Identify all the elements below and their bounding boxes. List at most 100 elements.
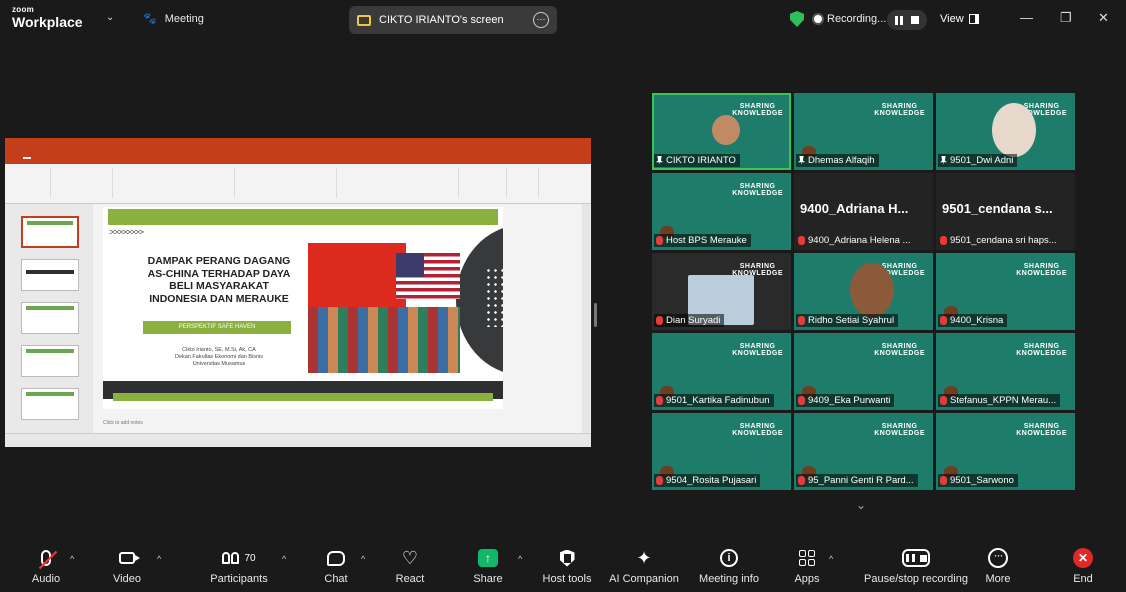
top-bar: zoom Workplace ⌄ 🐾 Meeting CIKTO IRIANTO…	[0, 0, 1126, 40]
ribbon-group	[53, 168, 113, 198]
meeting-info-button[interactable]: i Meeting info	[684, 546, 774, 585]
slide-dot-pattern	[485, 267, 503, 327]
participant-gallery: SHARING KNOWLEDGE CIKTO IRIANTO SHARING KNOW…	[652, 93, 1075, 490]
zoom-meeting-window: zoom Workplace ⌄ 🐾 Meeting CIKTO IRIANTO…	[0, 0, 1126, 592]
slide-chevron-pattern: >>>>>>>>	[109, 227, 144, 237]
ppt-title-bar	[5, 138, 591, 152]
microphone-muted-icon	[940, 476, 947, 485]
participant-name: Dian Suryadi	[666, 315, 721, 326]
more-button[interactable]: ··· More	[953, 546, 1043, 585]
slide-thumbnail	[21, 302, 79, 334]
participant-tile[interactable]: SHARING KNOWLEDGE Stefanus_KPPN Merau...	[936, 333, 1075, 410]
react-button[interactable]: ♡ React	[365, 546, 455, 585]
participant-tile[interactable]: SHARING KNOWLEDGE Ridho Setiai Syahrul	[794, 253, 933, 330]
video-options-caret-icon[interactable]: ^	[157, 554, 161, 564]
paw-icon: 🐾	[143, 13, 157, 25]
audio-button[interactable]: Audio	[1, 546, 91, 585]
close-icon[interactable]: ✕	[1098, 10, 1109, 26]
participant-tile[interactable]: SHARING KNOWLEDGE 9501_Kartika Fadinubun	[652, 333, 791, 410]
slide-thumbnail	[21, 216, 79, 248]
presentation-slide: >>>>>>>> DAMPAK PERANG DAGANG AS-CHINA T…	[103, 207, 503, 409]
microphone-muted-icon	[656, 476, 663, 485]
end-meeting-button[interactable]: ✕ End	[1038, 546, 1126, 585]
participant-tile[interactable]: SHARING KNOWLEDGE Dhemas Alfaqih	[794, 93, 933, 170]
slide-scrollbar	[582, 204, 590, 433]
host-tools-shield-icon	[559, 549, 575, 567]
microphone-muted-icon	[798, 396, 805, 405]
microphone-muted-icon	[940, 316, 947, 325]
participant-name-label: Ridho Setiai Syahrul	[796, 314, 899, 327]
participant-tile[interactable]: SHARING KNOWLEDGE 9400_Krisna	[936, 253, 1075, 330]
participant-tile[interactable]: SHARING KNOWLEDGE 9409_Eka Purwanti	[794, 333, 933, 410]
chat-label: Chat	[324, 573, 348, 585]
slide-title: DAMPAK PERANG DAGANG AS-CHINA TERHADAP D…	[147, 255, 291, 305]
sharing-knowledge-background-logo: SHARING KNOWLEDGE	[732, 423, 783, 437]
participant-tile[interactable]: SHARING KNOWLEDGE 9501_Dwi Adni	[936, 93, 1075, 170]
participant-video-face	[712, 115, 740, 145]
screen-share-icon	[357, 14, 371, 26]
slide-subtitle: PERSPEKTIF SAFE HAVEN	[143, 321, 291, 334]
ppt-ribbon	[5, 164, 591, 204]
minimize-icon[interactable]: —	[1020, 10, 1033, 25]
shared-screen: >>>>>>>> DAMPAK PERANG DAGANG AS-CHINA T…	[5, 138, 591, 447]
participant-tile[interactable]: 9400_Adriana H... 9400_Adriana Helena ...	[794, 173, 933, 250]
ribbon-group	[115, 168, 235, 198]
participant-name: 9501_Dwi Adni	[950, 155, 1014, 166]
restore-icon[interactable]: ❐	[1060, 10, 1072, 26]
meeting-toolbar: Audio ^ Video ^ 70 Participants ^ Chat ^…	[0, 540, 1126, 592]
microphone-muted-icon	[940, 236, 947, 245]
participant-tile[interactable]: SHARING KNOWLEDGE 9504_Rosita Pujasari	[652, 413, 791, 490]
participant-name-label: Stefanus_KPPN Merau...	[938, 394, 1061, 407]
audio-options-caret-icon[interactable]: ^	[70, 554, 74, 564]
slide-university: Universitas Musamus	[192, 361, 246, 367]
share-button[interactable]: ↑ Share	[443, 546, 533, 585]
participant-tile[interactable]: 9501_cendana s... 9501_cendana sri haps..…	[936, 173, 1075, 250]
participant-name-label: Dian Suryadi	[654, 314, 725, 327]
ai-companion-label: AI Companion	[609, 573, 679, 585]
screen-share-label: CIKTO IRIANTO's screen	[379, 14, 504, 26]
participants-caret-icon[interactable]: ^	[282, 554, 286, 564]
pause-recording-icon[interactable]	[895, 15, 903, 25]
participant-name: 9400_Adriana Helena ...	[808, 235, 911, 246]
pause-stop-recording-icon	[902, 549, 930, 567]
participant-name-label: 95_Panni Genti R Pard...	[796, 474, 918, 487]
participant-name-label: 9501_Sarwono	[938, 474, 1018, 487]
participant-tile[interactable]: SHARING KNOWLEDGE Dian Suryadi	[652, 253, 791, 330]
meeting-button[interactable]: 🐾 Meeting	[143, 12, 204, 26]
recording-controls	[887, 10, 927, 30]
participant-name-label: CIKTO IRIANTO	[654, 154, 740, 167]
chevron-down-icon[interactable]: ⌄	[106, 12, 114, 23]
video-camera-icon	[119, 552, 140, 564]
chevron-down-icon[interactable]: ⌄	[856, 498, 866, 512]
ai-companion-button[interactable]: ✦ AI Companion	[599, 546, 689, 585]
participant-tile[interactable]: SHARING KNOWLEDGE CIKTO IRIANTO	[652, 93, 791, 170]
apps-button[interactable]: Apps	[762, 546, 852, 585]
security-shield-icon[interactable]	[790, 11, 804, 27]
participant-tile[interactable]: SHARING KNOWLEDGE 9501_Sarwono	[936, 413, 1075, 490]
participants-button[interactable]: 70 Participants	[194, 546, 284, 585]
more-options-icon[interactable]: ···	[533, 12, 549, 28]
usa-flag-image	[396, 253, 460, 299]
microphone-muted-icon	[798, 316, 805, 325]
microphone-muted-icon	[798, 476, 805, 485]
video-button[interactable]: Video	[82, 546, 172, 585]
participant-tile[interactable]: SHARING KNOWLEDGE Host BPS Merauke	[652, 173, 791, 250]
sharing-knowledge-background-logo: SHARING KNOWLEDGE	[874, 343, 925, 357]
zoom-logo: zoom Workplace	[12, 6, 83, 30]
stop-recording-icon[interactable]	[911, 16, 919, 24]
participant-name: Host BPS Merauke	[666, 235, 747, 246]
pin-icon	[798, 156, 805, 165]
apps-caret-icon[interactable]: ^	[829, 554, 833, 564]
view-button[interactable]: View	[940, 13, 979, 25]
screen-share-indicator[interactable]: CIKTO IRIANTO's screen ···	[349, 6, 557, 34]
split-view-handle[interactable]	[594, 303, 597, 327]
participant-display-name: 9501_cendana s...	[942, 201, 1053, 216]
slide-thumbnail	[21, 259, 79, 291]
sharing-knowledge-background-logo: SHARING KNOWLEDGE	[874, 423, 925, 437]
participant-name-label: 9501_Dwi Adni	[938, 154, 1018, 167]
participant-name-label: Dhemas Alfaqih	[796, 154, 879, 167]
slide-author-block: Cikto Irianto, SE, M.Si, Ak, CA Dekan Fa…	[143, 347, 295, 368]
ribbon-group	[461, 168, 507, 198]
participant-tile[interactable]: SHARING KNOWLEDGE 95_Panni Genti R Pard...	[794, 413, 933, 490]
participant-name: 95_Panni Genti R Pard...	[808, 475, 914, 486]
